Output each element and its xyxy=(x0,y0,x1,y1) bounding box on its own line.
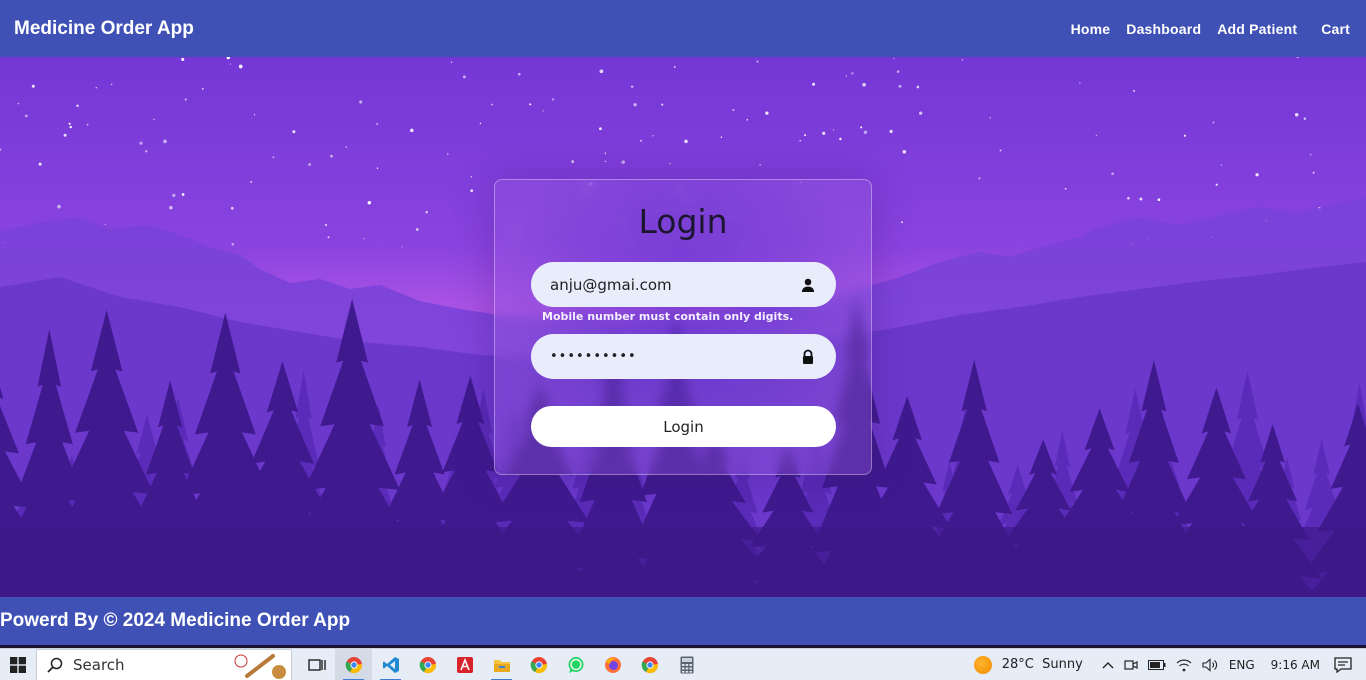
taskbar-apps xyxy=(298,648,705,680)
chevron-up-icon[interactable] xyxy=(1102,661,1114,669)
nav-add-patient[interactable]: Add Patient xyxy=(1217,21,1297,37)
taskbar-chrome-4[interactable] xyxy=(631,649,668,680)
windows-taskbar: Search 28°C Sunny ENG 9:16 AM xyxy=(0,648,1366,680)
taskbar-vscode[interactable] xyxy=(372,649,409,680)
login-title: Login xyxy=(638,202,728,241)
taskbar-search[interactable]: Search xyxy=(36,648,292,680)
chrome-icon xyxy=(345,656,362,673)
clock[interactable]: 9:16 AM xyxy=(1271,658,1320,672)
notification-icon[interactable] xyxy=(1334,656,1352,673)
search-icon xyxy=(47,657,63,673)
brand-title[interactable]: Medicine Order App xyxy=(14,18,194,40)
sun-icon xyxy=(973,655,992,674)
footer-text: Powerd By © 2024 Medicine Order App xyxy=(0,610,351,631)
file-explorer-icon xyxy=(493,659,510,672)
vscode-icon xyxy=(382,656,399,673)
language-indicator[interactable]: ENG xyxy=(1229,658,1255,672)
nav-dashboard[interactable]: Dashboard xyxy=(1126,21,1201,37)
login-button[interactable]: Login xyxy=(531,406,836,447)
navbar: Medicine Order App Home Dashboard Add Pa… xyxy=(0,0,1366,57)
baseball-art-icon xyxy=(234,653,286,679)
whatsapp-icon xyxy=(568,656,583,673)
taskbar-whatsapp[interactable] xyxy=(557,649,594,680)
weather-text: 28°C Sunny xyxy=(1001,657,1083,672)
taskbar-chrome-3[interactable] xyxy=(520,649,557,680)
firefox-icon xyxy=(604,656,621,673)
task-view-icon xyxy=(307,658,326,671)
start-button[interactable] xyxy=(0,649,36,680)
validation-error: Mobile number must contain only digits. xyxy=(542,310,794,323)
volume-icon[interactable] xyxy=(1202,657,1218,672)
password-input[interactable] xyxy=(550,349,792,364)
weather-widget[interactable]: 28°C Sunny xyxy=(973,655,1083,674)
search-label: Search xyxy=(73,655,125,674)
taskbar-file-explorer[interactable] xyxy=(483,649,520,680)
chrome-icon xyxy=(641,656,658,673)
lock-icon xyxy=(803,349,813,364)
wifi-icon[interactable] xyxy=(1176,658,1192,672)
taskbar-calculator[interactable] xyxy=(668,649,705,680)
meet-icon[interactable] xyxy=(1124,658,1138,672)
nav-home[interactable]: Home xyxy=(1071,21,1111,37)
password-field[interactable] xyxy=(531,334,836,379)
email-field[interactable] xyxy=(531,262,836,307)
email-input[interactable] xyxy=(550,275,792,294)
nav-links: Home Dashboard Add Patient Cart xyxy=(1055,21,1352,37)
nav-cart[interactable]: Cart xyxy=(1321,21,1350,37)
user-icon xyxy=(801,278,815,292)
taskbar-acrobat[interactable] xyxy=(446,649,483,680)
calculator-icon xyxy=(680,656,693,673)
chrome-icon xyxy=(530,656,547,673)
system-tray: 28°C Sunny ENG 9:16 AM xyxy=(973,649,1366,680)
acrobat-icon xyxy=(456,656,473,673)
taskbar-chrome-active[interactable] xyxy=(335,648,372,680)
battery-icon[interactable] xyxy=(1147,659,1166,670)
taskbar-firefox[interactable] xyxy=(594,649,631,680)
windows-logo-icon xyxy=(10,656,26,673)
login-card: Login Mobile number must contain only di… xyxy=(494,179,872,475)
footer: Powerd By © 2024 Medicine Order App xyxy=(0,597,1366,645)
task-view-button[interactable] xyxy=(298,649,335,680)
taskbar-chrome-2[interactable] xyxy=(409,649,446,680)
chrome-icon xyxy=(419,656,436,673)
